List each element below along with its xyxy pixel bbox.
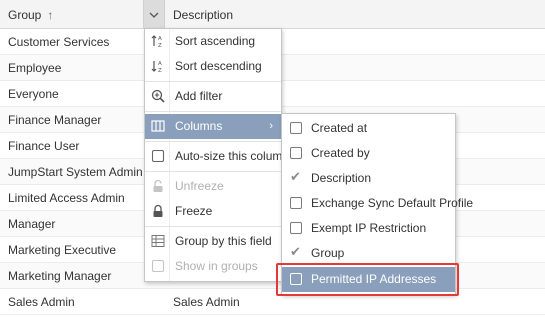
group-cell: Finance User xyxy=(8,139,80,153)
grid-header: Group ↑ Description xyxy=(0,0,545,29)
column-option-exchange-sync[interactable]: Exchange Sync Default Profile xyxy=(282,191,473,216)
column-option-group[interactable]: Group xyxy=(282,241,455,266)
column-option-label: Group xyxy=(311,246,345,260)
checkbox-icon[interactable] xyxy=(290,122,302,134)
menu-separator xyxy=(145,141,281,142)
group-cell: Marketing Executive xyxy=(8,243,117,257)
menu-item-freeze[interactable]: Freeze xyxy=(145,199,281,224)
column-option-label: Description xyxy=(311,171,372,185)
columns-icon xyxy=(151,119,165,133)
menu-item-label: Freeze xyxy=(175,204,213,218)
menu-item-sort-descending[interactable]: AZ Sort descending xyxy=(145,54,281,79)
group-cell: Employee xyxy=(8,61,62,75)
svg-text:A: A xyxy=(158,61,162,67)
column-option-label: Permitted IP Addresses xyxy=(311,272,437,286)
chevron-down-icon xyxy=(149,12,159,18)
column-option-permitted-ip-addresses[interactable]: Permitted IP Addresses xyxy=(282,267,455,292)
checkbox-icon[interactable] xyxy=(290,273,302,285)
column-header-description[interactable]: Description xyxy=(165,0,233,29)
column-option-label: Created by xyxy=(311,146,370,160)
menu-item-group-by[interactable]: Group by this field xyxy=(145,229,281,254)
menu-item-label: Group by this field xyxy=(175,234,272,248)
menu-item-label: Show in groups xyxy=(175,259,258,273)
group-cell: Manager xyxy=(8,217,56,231)
group-cell: Marketing Manager xyxy=(8,269,112,283)
menu-item-show-in-groups: Show in groups xyxy=(145,254,281,279)
menu-item-unfreeze: Unfreeze xyxy=(145,174,281,199)
svg-text:Z: Z xyxy=(158,43,162,48)
group-cell: Sales Admin xyxy=(8,295,75,309)
menu-item-label: Add filter xyxy=(175,89,223,103)
group-cell: Customer Services xyxy=(8,35,110,49)
checkbox-icon[interactable] xyxy=(290,197,302,209)
column-header-description-label: Description xyxy=(173,7,234,22)
menu-separator xyxy=(145,171,281,172)
column-option-created-at[interactable]: Created at xyxy=(282,116,455,141)
checkbox-icon[interactable] xyxy=(290,222,302,234)
unlock-icon xyxy=(151,179,165,193)
column-option-label: Exempt IP Restriction xyxy=(311,221,427,235)
checkmark-icon[interactable] xyxy=(290,169,302,185)
menu-item-auto-size[interactable]: Auto-size this column xyxy=(145,144,289,169)
group-cell: Everyone xyxy=(8,87,59,101)
chevron-right-icon: › xyxy=(269,120,273,132)
svg-text:Z: Z xyxy=(158,68,162,73)
menu-item-label: Sort descending xyxy=(175,59,262,73)
column-header-group-label: Group xyxy=(8,7,42,22)
auto-size-checkbox-icon xyxy=(151,149,165,163)
menu-separator xyxy=(145,81,281,82)
column-menu-trigger[interactable] xyxy=(143,0,165,29)
add-filter-icon xyxy=(151,89,165,103)
menu-item-label: Unfreeze xyxy=(175,179,224,193)
menu-item-sort-ascending[interactable]: AZ Sort ascending xyxy=(145,29,281,54)
menu-item-label: Columns xyxy=(175,119,223,133)
table-row[interactable]: Sales Admin Sales Admin xyxy=(0,289,545,315)
group-cell: Finance Manager xyxy=(8,113,102,127)
show-in-groups-checkbox-icon xyxy=(151,259,165,273)
column-context-menu: AZ Sort ascending AZ Sort descending Add… xyxy=(144,28,289,282)
column-option-created-by[interactable]: Created by xyxy=(282,141,455,166)
column-header-group[interactable]: Group ↑ xyxy=(0,0,143,29)
sort-ascending-icon: AZ xyxy=(151,34,165,48)
columns-submenu: Created at Created by Description Exchan… xyxy=(281,113,473,295)
menu-item-label: Auto-size this column xyxy=(175,149,290,163)
menu-item-label: Sort ascending xyxy=(175,34,256,48)
column-option-exempt-ip[interactable]: Exempt IP Restriction xyxy=(282,216,455,241)
menu-separator xyxy=(145,226,281,227)
column-option-description[interactable]: Description xyxy=(282,166,455,191)
menu-item-add-filter[interactable]: Add filter xyxy=(145,84,281,109)
group-by-icon xyxy=(151,234,165,248)
sort-descending-icon: AZ xyxy=(151,59,165,73)
lock-icon xyxy=(151,204,165,218)
menu-item-columns[interactable]: Columns › xyxy=(145,114,281,139)
checkbox-icon[interactable] xyxy=(290,147,302,159)
column-option-label: Exchange Sync Default Profile xyxy=(311,196,474,210)
checkmark-icon[interactable] xyxy=(290,244,302,260)
group-cell: Limited Access Admin xyxy=(8,191,125,205)
group-cell: JumpStart System Admin xyxy=(8,165,143,179)
svg-text:A: A xyxy=(158,36,162,42)
sort-ascending-arrow-icon: ↑ xyxy=(47,7,54,22)
menu-separator xyxy=(145,111,281,112)
column-option-label: Created at xyxy=(311,121,368,135)
